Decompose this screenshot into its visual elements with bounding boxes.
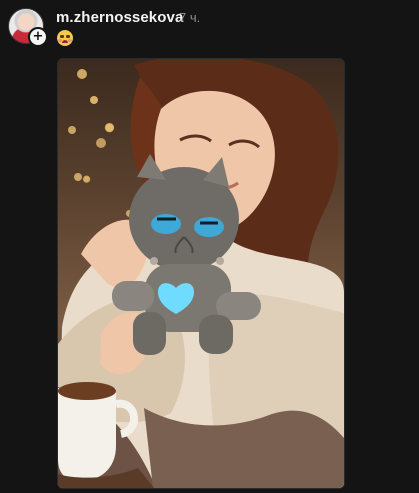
add-story-icon[interactable]: + [28, 27, 48, 47]
avatar-wrap[interactable]: + [8, 8, 48, 47]
post-image-art [58, 59, 344, 488]
post-time[interactable]: 7 ч. [179, 10, 200, 25]
face-holding-back-tears-icon [57, 30, 73, 46]
emoji-cheek-right [68, 39, 72, 42]
username-link[interactable]: m.zhernossekova [56, 9, 183, 26]
post-image[interactable] [57, 58, 345, 489]
emoji-cheek-left [58, 39, 62, 42]
